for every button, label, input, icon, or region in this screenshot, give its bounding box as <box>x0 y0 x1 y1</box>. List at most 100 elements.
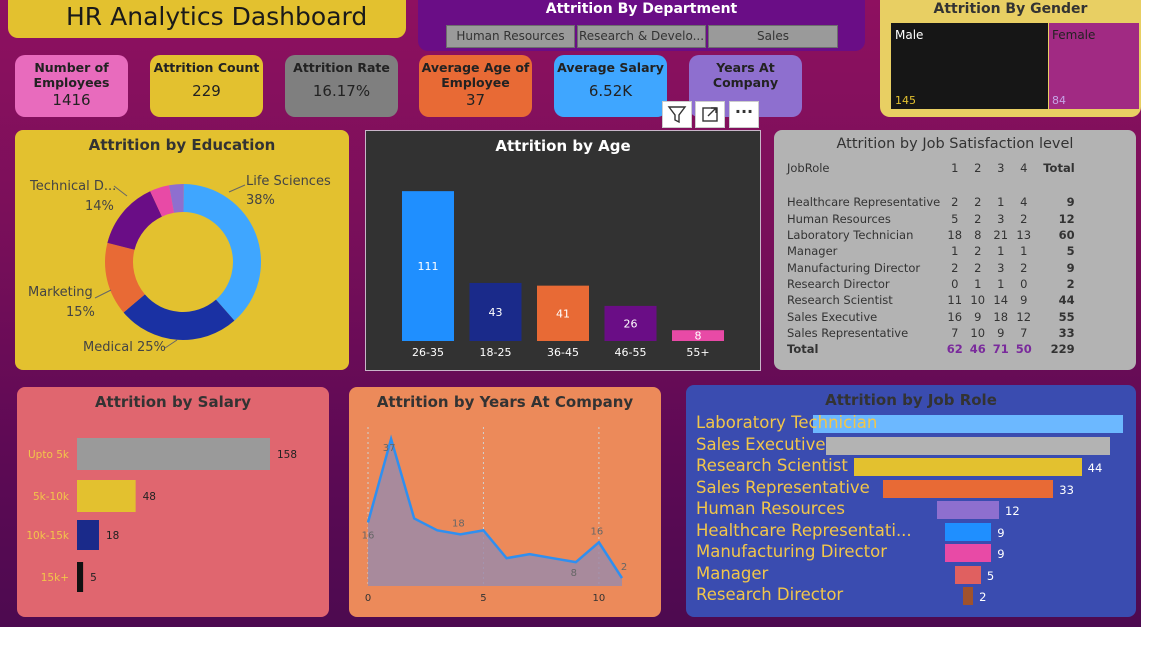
jobrole-bar[interactable] <box>955 565 981 584</box>
row-level-3: 1 <box>997 195 1005 210</box>
dept-option-human-resources[interactable]: Human Resources <box>446 25 575 48</box>
salary-bar-value: 5 <box>90 572 97 584</box>
job-satisfaction-table: JobRole 1 2 3 4 Total Healthcare Represe… <box>784 158 1078 357</box>
table-row: Research Scientist 11 10 14 9 44 <box>784 292 1078 308</box>
salary-category-label: 5k-10k <box>33 491 70 503</box>
salary-bar[interactable] <box>77 480 136 512</box>
salary-bar[interactable] <box>77 562 84 592</box>
header-total: Total <box>1043 161 1075 175</box>
jobrole-bar[interactable] <box>937 501 999 519</box>
jobrole-bar[interactable] <box>944 544 992 562</box>
table-row: Manager 1 2 1 1 5 <box>784 243 1078 259</box>
row-level-4: 7 <box>1020 325 1028 340</box>
jobrole-bar[interactable] <box>944 522 992 541</box>
jobrole-bar[interactable] <box>825 436 1111 455</box>
age-bar-value: 8 <box>695 330 702 343</box>
jobrole-category-label: Research Scientist <box>696 456 848 475</box>
salary-bar[interactable] <box>77 520 99 550</box>
row-level-4: 13 <box>1016 228 1032 243</box>
salary-category-label: Upto 5k <box>28 449 70 461</box>
years-point-label: 18 <box>452 518 465 529</box>
row-level-2: 10 <box>970 325 986 340</box>
jobrole-bar-value: 9 <box>997 547 1005 561</box>
jobrole-category-label: Research Director <box>696 585 844 604</box>
kpi-label: Number of Employees <box>33 60 110 90</box>
row-level-3: 21 <box>993 228 1009 243</box>
age-bar-value: 111 <box>418 260 439 273</box>
kpi-average-salary: Average Salary 6.52K <box>554 55 667 117</box>
education-label-medical: Medical 25% <box>83 340 166 355</box>
table-row: Manufacturing Director 2 2 3 2 9 <box>784 259 1078 275</box>
row-level-3: 14 <box>993 293 1009 308</box>
salary-category-label: 15k+ <box>41 572 69 584</box>
row-level-3: 1 <box>997 244 1005 259</box>
kpi-value: 229 <box>192 82 221 100</box>
education-label-marketing: Marketing <box>28 285 93 300</box>
header-level-1: 1 <box>951 161 959 175</box>
jobrole-category-label: Sales Executive <box>696 434 826 454</box>
row-level-1: 11 <box>947 293 963 308</box>
education-pct-technical: 14% <box>85 199 114 214</box>
row-jobrole: Sales Representative <box>787 325 909 340</box>
more-options-icon[interactable]: ··· <box>729 101 759 128</box>
jobrole-bar[interactable] <box>854 458 1082 476</box>
kpi-attrition-rate: Attrition Rate 16.17% <box>285 55 398 117</box>
male-value: 145 <box>895 94 916 107</box>
salary-bar-value: 158 <box>277 449 297 461</box>
filter-icon[interactable] <box>662 101 692 128</box>
table-row: Laboratory Technician 18 8 21 13 60 <box>784 227 1078 243</box>
kpi-label: Attrition Count <box>153 60 260 75</box>
job-satisfaction-title: Attrition by Job Satisfaction level <box>836 136 1074 152</box>
years-point-label: 2 <box>621 562 627 573</box>
row-level-1: 7 <box>951 325 959 340</box>
education-pct-marketing: 15% <box>66 305 95 320</box>
donut-slice[interactable] <box>107 191 162 250</box>
row-total: 12 <box>1058 211 1075 226</box>
jobrole-bar-value: 33 <box>1059 482 1074 497</box>
donut-slices[interactable] <box>104 184 262 340</box>
female-value: 84 <box>1052 94 1066 107</box>
age-bar-value: 26 <box>624 317 638 330</box>
row-total: 33 <box>1058 325 1075 340</box>
row-level-4: 2 <box>1020 260 1028 275</box>
jobrole-category-label: Manufacturing Director <box>696 542 888 561</box>
gender-panel: Attrition By Gender Male 145 Female 84 <box>880 0 1141 117</box>
kpi-value: 1416 <box>52 91 91 109</box>
row-level-2: 10 <box>970 293 986 308</box>
row-level-4: 9 <box>1020 293 1028 308</box>
jobrole-bar[interactable] <box>882 479 1054 498</box>
female-tile[interactable]: Female 84 <box>1049 23 1139 109</box>
table-row: Sales Representative 7 10 9 7 33 <box>784 325 1078 341</box>
row-total: 9 <box>1066 260 1075 275</box>
years-x-tick: 10 <box>593 593 606 604</box>
dept-option-research[interactable]: Research & Develo... <box>577 25 706 48</box>
row-jobrole: Manufacturing Director <box>787 260 921 275</box>
years-area-chart: 16 37 18 8 16 2 0 5 10 <box>362 427 627 604</box>
row-level-1: 5 <box>951 211 959 226</box>
salary-bar[interactable] <box>77 438 270 470</box>
row-total: 5 <box>1066 244 1075 259</box>
jobrole-bar[interactable] <box>962 587 974 605</box>
row-jobrole: Manager <box>787 244 838 259</box>
row-level-3: 9 <box>997 325 1005 340</box>
row-jobrole: Laboratory Technician <box>787 228 914 243</box>
table-header-row: JobRole 1 2 3 4 Total <box>784 158 1078 178</box>
jobrole-bar-value: 5 <box>986 568 995 583</box>
row-level-4: 2 <box>1020 211 1028 226</box>
jobrole-category-label: Manager <box>696 563 769 583</box>
gender-title: Attrition By Gender <box>933 1 1088 17</box>
years-point-label: 16 <box>362 530 375 541</box>
dept-option-sales[interactable]: Sales <box>708 25 838 48</box>
age-category-label: 36-45 <box>547 346 579 359</box>
row-level-1: 1 <box>951 244 959 259</box>
education-pct-life-sciences: 38% <box>246 193 275 208</box>
table-row: Human Resources 5 2 3 2 12 <box>784 211 1078 227</box>
focus-mode-icon[interactable] <box>695 101 725 128</box>
education-panel: Attrition by Education Technical D... 14… <box>15 130 349 370</box>
jobrole-funnel-chart: Laboratory Technician Sales Executive Rese… <box>686 385 1136 617</box>
header-level-3: 3 <box>997 161 1005 175</box>
male-tile[interactable]: Male 145 <box>891 23 1048 109</box>
header-jobrole: JobRole <box>787 161 830 175</box>
table-row: Healthcare Representative 2 2 1 4 9 <box>784 194 1078 210</box>
age-category-label: 46-55 <box>615 346 647 359</box>
